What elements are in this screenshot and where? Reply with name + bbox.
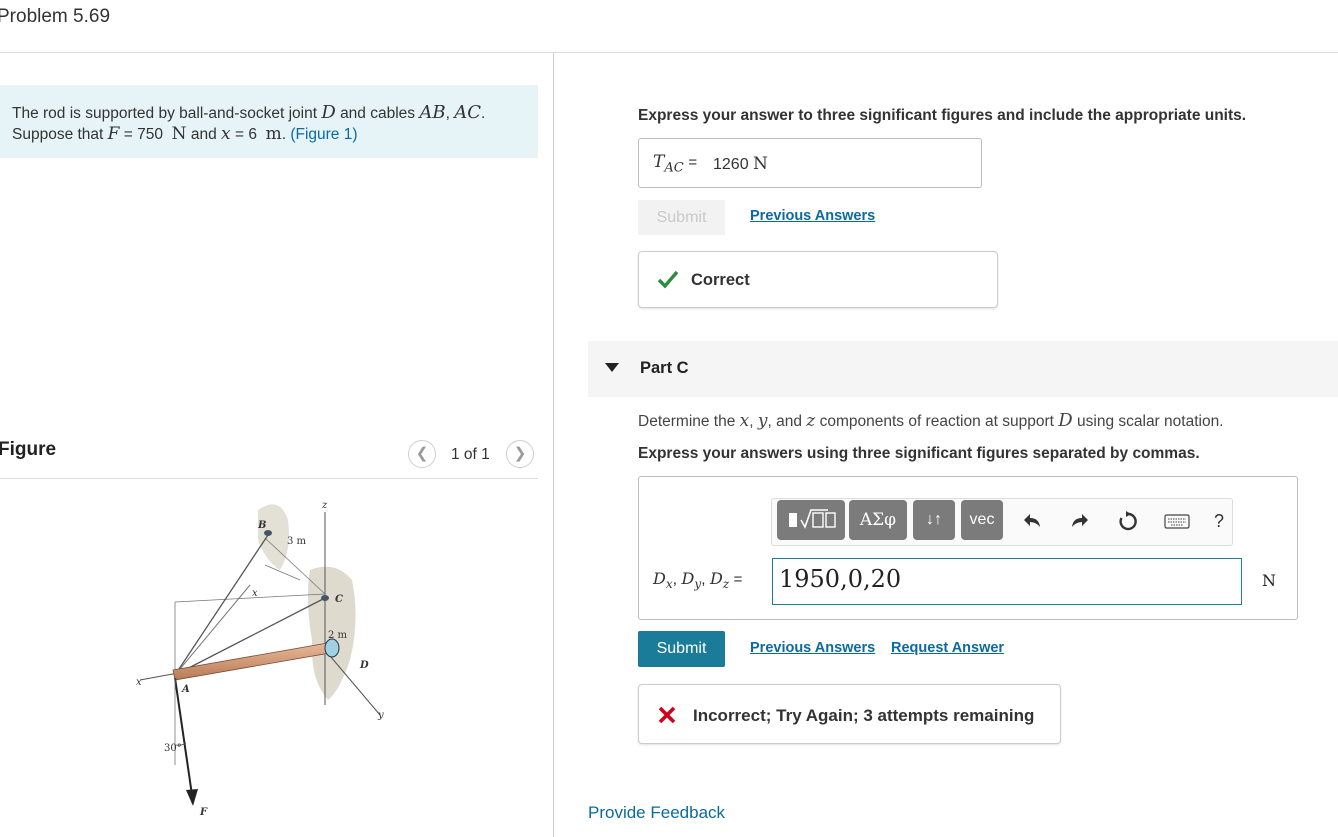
x-icon [658,706,676,724]
help-icon[interactable]: ? [1208,510,1230,532]
arrows-button[interactable]: ↓↑ [913,500,955,540]
figure-counter: 1 of 1 [451,446,490,463]
label-30deg: 30° [164,743,182,754]
problem-figure: B z 3 m x C 2 m D x A y 30° F [136,500,384,818]
problem-intro: The rod is supported by ball-and-socket … [0,85,538,158]
anchor-c [321,595,329,601]
part-b-previous-answers-link[interactable]: Previous Answers [750,208,875,224]
label-x-axis: x [252,588,258,599]
label-z: z [321,500,328,511]
part-c-instruction: Express your answers using three signifi… [638,445,1200,462]
provide-feedback-link[interactable]: Provide Feedback [588,803,725,823]
figure-heading: Figure [0,439,57,460]
panel-divider [553,53,554,837]
label-3m: 3 m [287,536,307,547]
problem-title: Problem 5.69 [0,6,111,27]
joint-symbol: D [321,102,336,123]
part-b-answer-box: TAC = 1260 N [638,138,982,188]
part-b-feedback: Correct [638,251,998,308]
cable-ac: AC [454,102,481,123]
label-2m: 2 m [328,630,348,641]
keyboard-icon[interactable] [1164,510,1190,532]
header-divider [0,52,1338,53]
force-symbol: F [107,124,120,144]
x-unit: m [265,124,282,144]
reset-icon[interactable] [1117,510,1139,532]
label-d: D [359,660,369,671]
templates-icon[interactable] [777,500,845,540]
force-unit: N [171,124,187,144]
part-c-feedback: Incorrect; Try Again; 3 attempts remaini… [638,684,1061,744]
x-value: 6 [248,126,257,143]
figure-divider [0,478,538,479]
part-c-request-answer-link[interactable]: Request Answer [891,640,1004,656]
vec-button[interactable]: vec [961,500,1003,540]
cable-ab-line [174,534,269,676]
label-a: A [181,684,190,695]
socket-d [324,638,340,658]
redo-icon[interactable] [1068,510,1090,532]
force-value: 750 [137,126,164,143]
x-axis-left [139,672,179,681]
part-b-result-text: Correct [691,271,750,289]
cable-ab: AB [419,102,446,123]
part-b-label: TAC = [653,152,698,176]
figure-link[interactable]: (Figure 1) [290,126,357,143]
part-b-instruction: Express your answer to three significant… [638,107,1247,124]
check-icon [657,270,679,289]
dim-line-top [174,593,326,603]
part-b-submit-button[interactable]: Submit [638,200,725,235]
label-b: B [257,520,266,531]
greek-symbols-button[interactable]: ΑΣφ [849,500,907,540]
part-c-label: Dx, Dy, Dz = [653,569,743,592]
part-c-header[interactable]: Part C [588,341,1338,397]
caret-down-icon[interactable] [605,363,619,372]
force-arrowhead [186,789,198,806]
label-c: C [335,594,343,605]
intro-line-2: Suppose that F = 750 N and x = 6 m. (Fig… [12,124,358,144]
part-c-answer-box: ΑΣφ ↓↑ vec ? Dx, Dy, Dz = 1950,0,20 N [638,476,1298,620]
dim-line-3m [264,564,301,581]
part-b-answer-value: 1260 N [713,154,768,174]
force-line [174,677,193,796]
chevron-left-icon[interactable]: ❮ [408,440,436,468]
math-toolbar: ΑΣφ ↓↑ vec ? [771,498,1233,546]
part-c-answer-input[interactable]: 1950,0,20 [772,558,1242,605]
wall-shadow-b [258,504,289,570]
part-c-question: Determine the x, y, and z components of … [638,410,1224,431]
part-c-unit: N [1262,571,1276,590]
part-c-previous-answers-link[interactable]: Previous Answers [750,640,875,656]
chevron-right-icon[interactable]: ❯ [506,440,534,468]
label-x-left: x [136,677,142,688]
intro-line-1: The rod is supported by ball-and-socket … [12,102,486,123]
label-f: F [199,807,208,818]
part-c-title: Part C [640,359,689,377]
part-c-submit-button[interactable]: Submit [638,631,725,667]
x-symbol: x [221,124,231,144]
label-y: y [377,710,384,721]
undo-icon[interactable] [1022,510,1044,532]
part-c-result-text: Incorrect; Try Again; 3 attempts remaini… [693,706,1035,725]
